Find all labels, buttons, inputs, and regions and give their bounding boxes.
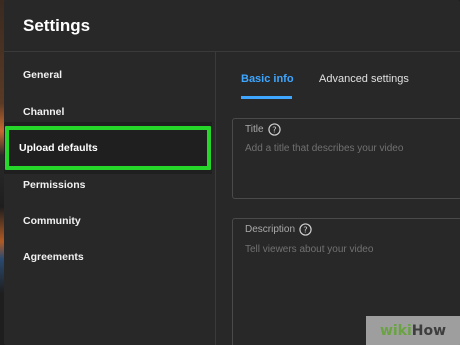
help-circle-icon[interactable]: ? bbox=[267, 123, 281, 136]
description-label-text: Description bbox=[245, 224, 296, 235]
settings-tabs: Basic info Advanced settings bbox=[217, 52, 460, 100]
sidebar-item-upload-defaults[interactable]: Upload defaults bbox=[19, 142, 98, 154]
settings-sidebar: General Channel Permissions Community Ag… bbox=[4, 52, 216, 345]
title-field[interactable]: Title ? Add a title that describes your … bbox=[232, 118, 460, 199]
dialog-header: Settings bbox=[4, 0, 460, 52]
title-placeholder: Add a title that describes your video bbox=[245, 143, 404, 154]
description-field-label: Description ? bbox=[245, 223, 312, 236]
tab-advanced-settings[interactable]: Advanced settings bbox=[319, 73, 409, 85]
description-placeholder: Tell viewers about your video bbox=[245, 244, 374, 255]
help-circle-icon[interactable]: ? bbox=[299, 223, 312, 236]
sidebar-item-community[interactable]: Community bbox=[23, 215, 81, 227]
watermark-wiki: wiki bbox=[379, 322, 412, 339]
title-field-label: Title ? bbox=[245, 123, 281, 136]
sidebar-item-general[interactable]: General bbox=[23, 69, 62, 81]
svg-text:?: ? bbox=[272, 125, 276, 135]
tab-basic-info[interactable]: Basic info bbox=[241, 73, 294, 85]
svg-text:?: ? bbox=[303, 225, 307, 235]
active-tab-indicator bbox=[241, 96, 292, 99]
sidebar-item-channel[interactable]: Channel bbox=[23, 106, 64, 118]
sidebar-item-permissions[interactable]: Permissions bbox=[23, 179, 85, 191]
sidebar-item-agreements[interactable]: Agreements bbox=[23, 251, 84, 263]
wikihow-watermark: wiki How bbox=[366, 316, 460, 345]
dialog-title: Settings bbox=[23, 16, 91, 35]
title-label-text: Title bbox=[245, 124, 264, 135]
watermark-how: How bbox=[411, 322, 447, 339]
